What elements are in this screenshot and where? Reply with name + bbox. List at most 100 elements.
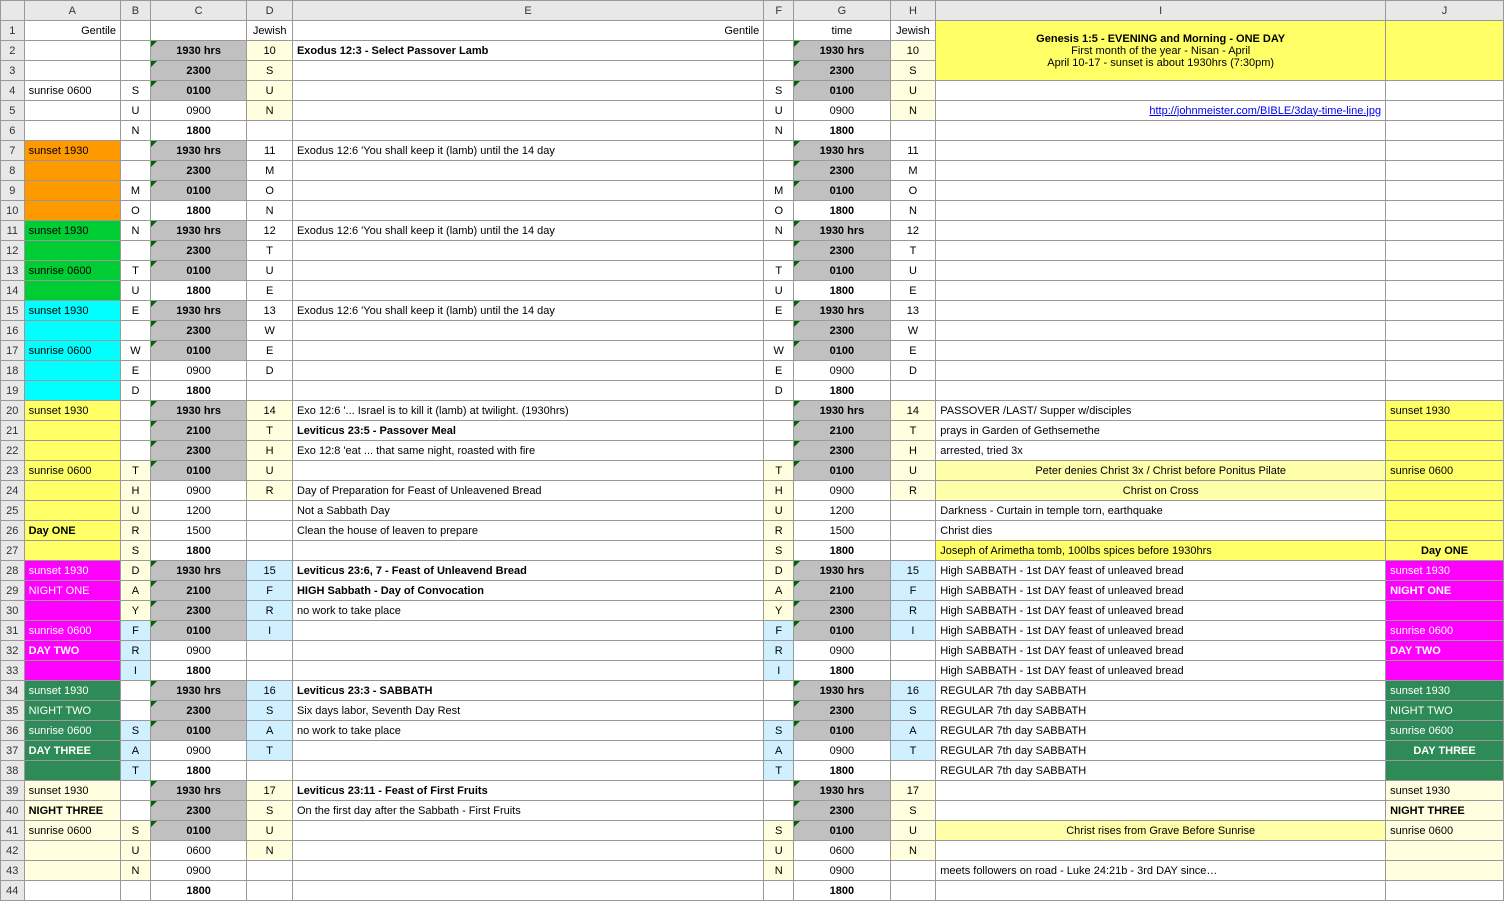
cell[interactable]: 1200 [150, 501, 246, 521]
cell[interactable]: 1930 hrs [150, 561, 246, 581]
cell[interactable]: R [247, 481, 293, 501]
cell[interactable] [24, 761, 120, 781]
cell[interactable] [936, 301, 1386, 321]
cell[interactable]: N [890, 201, 936, 221]
cell[interactable]: REGULAR 7th day SABBATH [936, 761, 1386, 781]
cell[interactable]: sunrise 0600 [1386, 721, 1504, 741]
cell[interactable] [292, 861, 763, 881]
cell[interactable]: sunset 1930 [1386, 401, 1504, 421]
cell[interactable]: F [764, 621, 794, 641]
cell[interactable] [24, 201, 120, 221]
row-number[interactable]: 37 [1, 741, 25, 761]
cell[interactable] [764, 21, 794, 41]
cell[interactable]: REGULAR 7th day SABBATH [936, 701, 1386, 721]
cell[interactable]: 1930 hrs [794, 781, 890, 801]
cell[interactable]: 2300 [794, 241, 890, 261]
cell[interactable]: 2100 [150, 421, 246, 441]
cell[interactable]: sunset 1930 [1386, 781, 1504, 801]
cell[interactable] [24, 361, 120, 381]
row-number[interactable]: 33 [1, 661, 25, 681]
cell[interactable]: 2300 [150, 801, 246, 821]
row-number[interactable]: 21 [1, 421, 25, 441]
cell[interactable] [24, 481, 120, 501]
cell[interactable] [936, 81, 1386, 101]
cell[interactable]: 11 [247, 141, 293, 161]
cell[interactable] [1386, 321, 1504, 341]
cell[interactable]: O [764, 201, 794, 221]
cell[interactable]: R [764, 641, 794, 661]
cell[interactable]: E [764, 301, 794, 321]
cell[interactable]: High SABBATH - 1st DAY feast of unleaved… [936, 601, 1386, 621]
cell[interactable]: U [890, 261, 936, 281]
cell[interactable]: I [764, 661, 794, 681]
cell[interactable]: S [247, 801, 293, 821]
row-number[interactable]: 14 [1, 281, 25, 301]
cell[interactable]: 0100 [794, 621, 890, 641]
cell[interactable]: 1930 hrs [794, 301, 890, 321]
cell[interactable]: 1930 hrs [150, 221, 246, 241]
cell[interactable]: 16 [247, 681, 293, 701]
cell[interactable]: no work to take place [292, 721, 763, 741]
cell[interactable]: 17 [247, 781, 293, 801]
cell[interactable]: High SABBATH - 1st DAY feast of unleaved… [936, 581, 1386, 601]
cell[interactable]: 11 [890, 141, 936, 161]
cell[interactable]: N [120, 121, 150, 141]
cell[interactable]: O [120, 201, 150, 221]
cell[interactable]: Day ONE [24, 521, 120, 541]
cell[interactable]: 1800 [794, 881, 890, 901]
cell[interactable] [1386, 141, 1504, 161]
cell[interactable]: T [247, 421, 293, 441]
cell[interactable]: sunset 1930 [24, 681, 120, 701]
cell[interactable]: U [247, 461, 293, 481]
cell[interactable] [890, 641, 936, 661]
cell[interactable]: sunrise 0600 [24, 721, 120, 741]
cell[interactable]: 1800 [794, 121, 890, 141]
cell[interactable] [24, 241, 120, 261]
row-number[interactable]: 28 [1, 561, 25, 581]
cell[interactable]: F [890, 581, 936, 601]
cell[interactable] [292, 241, 763, 261]
cell[interactable]: On the first day after the Sabbath - Fir… [292, 801, 763, 821]
cell[interactable] [764, 801, 794, 821]
cell[interactable]: R [890, 601, 936, 621]
cell[interactable] [24, 281, 120, 301]
cell[interactable]: T [247, 741, 293, 761]
cell[interactable]: 1930 hrs [150, 401, 246, 421]
cell[interactable]: DAY TWO [24, 641, 120, 661]
cell[interactable] [247, 881, 293, 901]
cell[interactable]: 2300 [794, 601, 890, 621]
cell[interactable]: U [890, 821, 936, 841]
row-number[interactable]: 4 [1, 81, 25, 101]
cell[interactable]: sunset 1930 [1386, 681, 1504, 701]
cell[interactable]: sunset 1930 [24, 561, 120, 581]
cell[interactable] [936, 241, 1386, 261]
cell[interactable]: 0900 [150, 861, 246, 881]
cell[interactable] [764, 241, 794, 261]
cell[interactable]: Jewish [247, 21, 293, 41]
cell[interactable]: 14 [890, 401, 936, 421]
cell[interactable]: U [120, 281, 150, 301]
cell[interactable]: D [890, 361, 936, 381]
cell[interactable] [936, 281, 1386, 301]
row-number[interactable]: 25 [1, 501, 25, 521]
cell[interactable]: 0900 [794, 481, 890, 501]
cell[interactable]: Exodus 12:6 'You shall keep it (lamb) un… [292, 301, 763, 321]
col-header-I[interactable]: I [936, 1, 1386, 21]
row-number[interactable]: 35 [1, 701, 25, 721]
cell[interactable]: 0100 [794, 821, 890, 841]
cell[interactable] [1386, 521, 1504, 541]
cell[interactable]: Gentile [24, 21, 120, 41]
cell[interactable] [936, 801, 1386, 821]
row-number[interactable]: 15 [1, 301, 25, 321]
cell[interactable]: E [890, 281, 936, 301]
cell[interactable] [292, 341, 763, 361]
cell[interactable]: T [890, 421, 936, 441]
cell[interactable] [292, 181, 763, 201]
cell[interactable] [292, 761, 763, 781]
cell[interactable]: 1930 hrs [794, 41, 890, 61]
cell[interactable] [120, 801, 150, 821]
cell[interactable]: 1930 hrs [150, 41, 246, 61]
cell[interactable] [24, 601, 120, 621]
col-header-A[interactable]: A [24, 1, 120, 21]
cell[interactable]: E [247, 281, 293, 301]
